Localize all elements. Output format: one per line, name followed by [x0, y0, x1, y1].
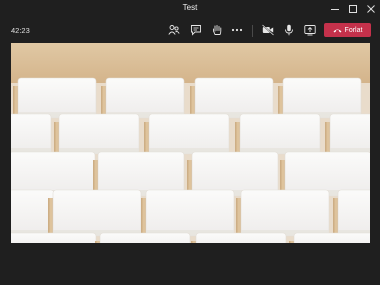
minimize-icon [331, 8, 339, 10]
chat-button[interactable] [188, 22, 204, 38]
raise-hand-button[interactable] [209, 22, 225, 38]
share-screen-button[interactable] [302, 22, 318, 38]
close-button[interactable] [362, 0, 380, 17]
leave-label: Forlat [344, 26, 363, 34]
phone-hangup-icon [333, 29, 342, 32]
window-title: Test [182, 3, 198, 12]
more-options-icon [231, 28, 243, 32]
camera-icon [262, 24, 274, 36]
leave-button[interactable]: Forlat [324, 23, 371, 37]
bottom-bar [0, 243, 380, 285]
maximize-icon [349, 4, 357, 13]
microphone-button[interactable] [281, 22, 297, 38]
microphone-icon [285, 24, 293, 36]
minimize-button[interactable] [326, 0, 344, 17]
background-image [11, 43, 370, 243]
maximize-button[interactable] [344, 0, 362, 17]
title-bar: Test [0, 0, 380, 17]
participants-button[interactable] [166, 22, 182, 38]
chat-icon [191, 25, 201, 36]
meeting-toolbar: 42:23 Forlat [0, 17, 380, 43]
share-screen-icon [304, 25, 316, 36]
meeting-timer: 42:23 [11, 26, 30, 35]
toolbar-divider [252, 25, 253, 37]
people-icon [168, 25, 180, 35]
more-options-button[interactable] [229, 22, 245, 38]
raise-hand-icon [213, 25, 222, 35]
camera-button[interactable] [260, 22, 276, 38]
video-stage [11, 43, 370, 243]
close-icon [367, 4, 375, 13]
